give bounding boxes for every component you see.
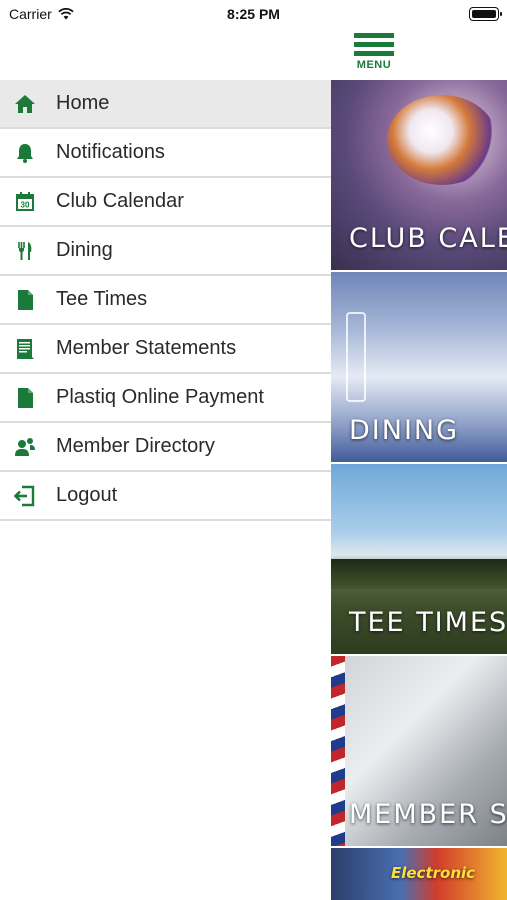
envelope-image bbox=[331, 656, 345, 846]
drawer-item-label: Member Directory bbox=[56, 435, 215, 457]
hamburger-bar bbox=[354, 51, 394, 56]
glassware-image bbox=[346, 312, 366, 402]
menu-button-label: MENU bbox=[356, 59, 392, 71]
calendar-icon-day: 30 bbox=[21, 200, 30, 209]
utensils-icon bbox=[13, 239, 37, 263]
home-content-panel: MENU CLUB CALE DINING TEE TIMES MEMBER S… bbox=[331, 0, 507, 900]
drawer-item-member-statements[interactable]: Member Statements bbox=[0, 325, 331, 374]
drawer-item-notifications[interactable]: Notifications bbox=[0, 129, 331, 178]
drawer-item-member-directory[interactable]: Member Directory bbox=[0, 423, 331, 472]
card-brand-text: Electronic bbox=[391, 864, 476, 882]
drawer-item-tee-times[interactable]: Tee Times bbox=[0, 276, 331, 325]
drawer-item-label: Dining bbox=[56, 239, 113, 261]
document-icon bbox=[13, 288, 37, 312]
tile-club-calendar[interactable]: CLUB CALE bbox=[331, 80, 507, 270]
logout-icon bbox=[13, 484, 37, 508]
drawer-item-label: Plastiq Online Payment bbox=[56, 386, 264, 408]
drawer-item-label: Home bbox=[56, 92, 110, 114]
tile-member-statements[interactable]: MEMBER S bbox=[331, 656, 507, 846]
battery-icon bbox=[469, 7, 502, 21]
golf-course-image bbox=[331, 559, 507, 589]
drawer-item-dining[interactable]: Dining bbox=[0, 227, 331, 276]
home-icon bbox=[13, 92, 37, 116]
drawer-item-logout[interactable]: Logout bbox=[0, 472, 331, 521]
tile-label: CLUB CALE bbox=[349, 223, 507, 254]
drawer-item-label: Tee Times bbox=[56, 288, 148, 310]
tile-label: TEE TIMES bbox=[349, 607, 507, 638]
hamburger-icon bbox=[354, 33, 394, 38]
calendar-icon: 30 bbox=[13, 190, 37, 214]
menu-button[interactable]: MENU bbox=[354, 33, 394, 73]
hamburger-bar bbox=[354, 42, 394, 47]
drawer-menu-list: Home Notifications 30 Club Calendar Dini… bbox=[0, 80, 331, 521]
flowers-image bbox=[387, 95, 497, 185]
statement-icon bbox=[13, 337, 37, 361]
drawer-item-label: Notifications bbox=[56, 141, 165, 163]
drawer-item-home[interactable]: Home bbox=[0, 80, 331, 129]
drawer-item-label: Club Calendar bbox=[56, 190, 184, 212]
people-icon bbox=[13, 435, 37, 459]
bell-icon bbox=[13, 141, 37, 165]
navigation-drawer: Home Notifications 30 Club Calendar Dini… bbox=[0, 0, 331, 900]
drawer-item-plastiq-payment[interactable]: Plastiq Online Payment bbox=[0, 374, 331, 423]
tile-label: MEMBER S bbox=[349, 799, 507, 830]
status-bar: Carrier 8:25 PM bbox=[0, 0, 507, 28]
drawer-item-label: Logout bbox=[56, 484, 118, 506]
drawer-item-club-calendar[interactable]: 30 Club Calendar bbox=[0, 178, 331, 227]
drawer-item-label: Member Statements bbox=[56, 337, 237, 359]
tile-label: DINING bbox=[349, 415, 460, 446]
status-time: 8:25 PM bbox=[227, 6, 280, 22]
document-icon bbox=[13, 386, 37, 410]
tile-dining[interactable]: DINING bbox=[331, 272, 507, 462]
tile-payment[interactable]: Electronic bbox=[331, 848, 507, 900]
tile-tee-times[interactable]: TEE TIMES bbox=[331, 464, 507, 654]
